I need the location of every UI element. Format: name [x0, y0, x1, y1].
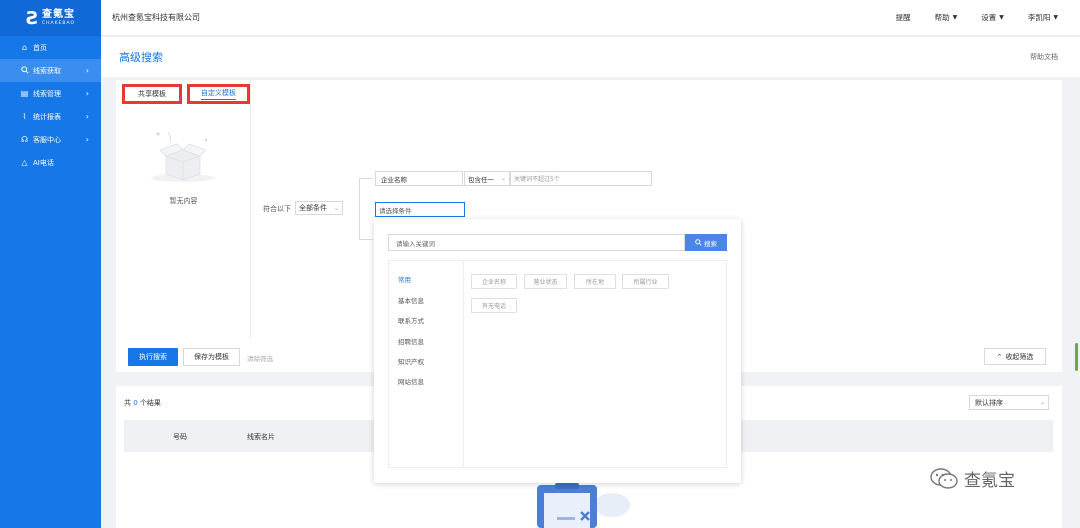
condition-picker-body: 常用 基本信息 联系方式 招聘信息 知识产权 网站信息 企业名称 营业状态 所在…: [388, 260, 727, 468]
chevron-down-icon: ⌄: [1039, 399, 1045, 406]
template-column: 共享模板 自定义模板 暂无内容: [116, 80, 251, 338]
chart-icon: ⌇: [22, 112, 27, 121]
logo[interactable]: Ƨ 查氪宝 CHAKEBAO: [0, 0, 101, 36]
sidebar-nav: ⌂ 首页 线索获取 › ▤ 线索管理 › ⌇ 统计报表 › ☊ 客服中心 › △…: [0, 36, 101, 174]
chip-business-status[interactable]: 营业状态: [524, 274, 567, 289]
condition-bracket: [359, 178, 373, 240]
chip-company-name[interactable]: 企业名称: [471, 274, 517, 289]
watermark-text: 查氪宝: [964, 471, 1015, 491]
sidebar-item-lead-management[interactable]: ▤ 线索管理 ›: [0, 82, 101, 105]
empty-results-illustration: [537, 483, 630, 528]
chevron-right-icon: ›: [85, 66, 89, 75]
help-doc-link[interactable]: 帮助文档: [1030, 52, 1058, 62]
category-common[interactable]: 常用: [398, 274, 411, 284]
execute-search-button[interactable]: 执行搜索: [128, 348, 178, 366]
user-menu[interactable]: 李凯阳 ▼: [1028, 12, 1058, 23]
result-count-number: 0: [133, 399, 138, 407]
collapse-filter-button[interactable]: ⌃ 收起筛选: [984, 348, 1046, 365]
chip-industry[interactable]: 所属行业: [622, 274, 669, 289]
sidebar-item-label: AI电话: [33, 158, 54, 167]
page-header: 高级搜索 帮助文档: [101, 37, 1080, 77]
caret-down-icon: ▼: [1053, 14, 1058, 21]
category-website[interactable]: 网站信息: [398, 376, 424, 386]
sidebar-item-home[interactable]: ⌂ 首页: [0, 36, 101, 59]
chevron-down-icon: ⌄: [500, 175, 506, 182]
choose-condition-input[interactable]: 请选择条件: [375, 202, 465, 217]
chevron-right-icon: ›: [85, 135, 89, 144]
tab-shared-templates[interactable]: 共享模板: [122, 84, 182, 104]
keyword-search-input[interactable]: 请输入关键词: [388, 234, 685, 251]
category-list: 常用 基本信息 联系方式 招聘信息 知识产权 网站信息: [389, 261, 464, 467]
result-count: 共 0 个结果: [124, 399, 161, 407]
document-icon: ▤: [20, 89, 29, 98]
top-bar: 杭州查氪宝科技有限公司 提醒 帮助 ▼ 设置 ▼ 李凯阳 ▼: [101, 0, 1080, 36]
category-basic-info[interactable]: 基本信息: [398, 295, 424, 305]
category-contact[interactable]: 联系方式: [398, 315, 424, 325]
sidebar-item-label: 客服中心: [33, 135, 61, 144]
sort-select[interactable]: 默认排序 ⌄: [969, 395, 1049, 410]
chevron-down-icon: ⌄: [333, 204, 339, 212]
rule-keyword-input[interactable]: 关键词不超过5个: [510, 171, 652, 186]
caret-down-icon: ▼: [999, 14, 1004, 21]
sidebar-item-label: 首页: [33, 43, 47, 52]
empty-state-text: 暂无内容: [169, 197, 198, 205]
category-ip[interactable]: 知识产权: [398, 356, 424, 366]
column-header-number: 号码: [173, 433, 187, 441]
match-mode-select[interactable]: 全部条件 ⌄: [295, 201, 343, 215]
chip-has-phone[interactable]: 有无电话: [471, 298, 517, 313]
remind-link[interactable]: 提醒: [896, 12, 911, 23]
sidebar-item-label: 线索获取: [33, 66, 61, 75]
sidebar-item-lead-acquisition[interactable]: 线索获取 ›: [0, 59, 101, 82]
chevron-right-icon: ›: [85, 112, 89, 121]
headset-icon: ☊: [20, 135, 29, 144]
chevron-right-icon: ›: [85, 89, 89, 98]
home-icon: ⌂: [21, 43, 28, 52]
wechat-icon: [930, 467, 958, 489]
settings-menu[interactable]: 设置 ▼: [981, 12, 1004, 23]
sidebar-item-label: 统计报表: [33, 112, 61, 121]
column-header-lead-card: 线索名片: [247, 433, 275, 441]
user-icon: △: [21, 158, 28, 167]
chevron-up-icon: ⌃: [996, 352, 1003, 361]
condition-picker-popover: 请输入关键词 搜索 常用 基本信息 联系方式 招聘信息 知识产权 网站信息 企业…: [374, 219, 741, 483]
empty-box-illustration: [151, 131, 215, 182]
save-template-button[interactable]: 保存为模板: [183, 348, 240, 366]
logo-title: 查氪宝: [41, 8, 75, 20]
caret-down-icon: ▼: [952, 14, 958, 21]
clear-filter-link[interactable]: 清除筛选: [247, 353, 273, 363]
sidebar-item-service-center[interactable]: ☊ 客服中心 ›: [0, 128, 101, 151]
logo-subtitle: CHAKEBAO: [41, 20, 75, 26]
company-name: 杭州查氪宝科技有限公司: [112, 13, 200, 22]
sidebar-item-ai-phone[interactable]: △ AI电话: [0, 151, 101, 174]
category-recruitment[interactable]: 招聘信息: [398, 336, 424, 346]
search-icon: [695, 239, 702, 246]
watermark: 查氪宝: [930, 466, 1015, 491]
search-icon: [20, 65, 29, 76]
sidebar-item-label: 线索管理: [33, 89, 61, 98]
rule-field-select[interactable]: 企业名称: [375, 171, 463, 186]
chip-location[interactable]: 所在地: [574, 274, 616, 289]
search-button[interactable]: 搜索: [685, 234, 727, 251]
page-title: 高级搜索: [119, 51, 163, 64]
scrollbar-thumb[interactable]: [1075, 343, 1078, 371]
tab-custom-templates[interactable]: 自定义模板: [187, 84, 250, 104]
rule-operator-select[interactable]: 包含任一 ⌄: [464, 171, 510, 186]
match-label: 符合以下: [263, 205, 291, 213]
sidebar-item-reports[interactable]: ⌇ 统计报表 ›: [0, 105, 101, 128]
help-menu[interactable]: 帮助 ▼: [935, 12, 958, 23]
logo-icon: Ƨ: [26, 7, 39, 29]
sidebar: Ƨ 查氪宝 CHAKEBAO ⌂ 首页 线索获取 › ▤ 线索管理 › ⌇ 统计…: [0, 0, 101, 528]
